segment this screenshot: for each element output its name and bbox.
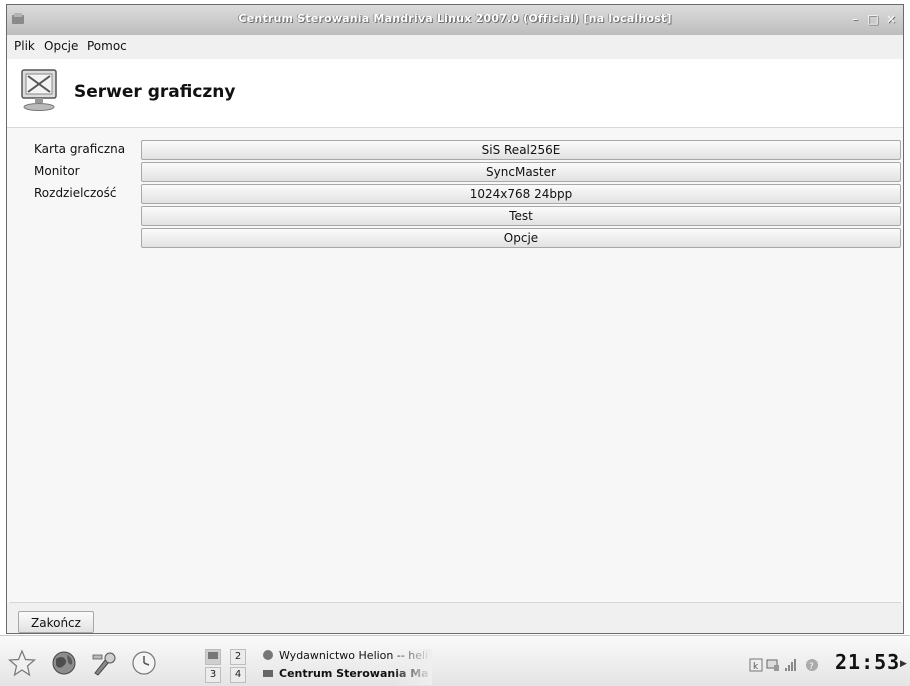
star-icon[interactable]	[8, 649, 36, 677]
task-fade	[392, 649, 432, 667]
menu-pomoc[interactable]: Pomoc	[87, 39, 127, 53]
monitor-label: Monitor	[34, 164, 80, 178]
menu-plik[interactable]: Plik	[14, 39, 35, 53]
config-tools-icon[interactable]	[90, 649, 118, 677]
task-browser[interactable]: Wydawnictwo Helion -- heli	[262, 649, 432, 667]
taskbar: 2 3 4 Wydawnictwo Helion -- heli Centrum…	[0, 635, 910, 686]
monitor-x-icon	[21, 69, 57, 111]
clock-app-icon[interactable]	[130, 649, 158, 677]
resolution-label: Rozdzielczość	[34, 186, 117, 200]
page-header: Serwer graficzny	[7, 59, 903, 128]
browser-icon	[263, 650, 273, 660]
maximize-button[interactable]: □	[867, 13, 879, 25]
svg-text:?: ?	[809, 662, 814, 672]
pager-desktop-2[interactable]: 2	[230, 649, 246, 665]
network-icon[interactable]	[766, 658, 780, 672]
task-control-center[interactable]: Centrum Sterowania Ma	[262, 667, 432, 685]
window-title: Centrum Sterowania Mandriva Linux 2007.0…	[238, 12, 672, 25]
menu-bar: Plik Opcje Pomoc	[7, 35, 903, 57]
close-button[interactable]: ×	[885, 13, 897, 25]
minimize-button[interactable]: –	[849, 13, 861, 25]
footer-divider	[9, 602, 901, 603]
resolution-button[interactable]: 1024x768 24bpp	[141, 184, 901, 204]
quit-button[interactable]: Zakończ	[18, 611, 94, 633]
mcc-icon	[263, 670, 273, 677]
signal-icon[interactable]	[784, 658, 798, 672]
help-icon[interactable]: ?	[805, 658, 819, 672]
globe-icon[interactable]	[50, 649, 78, 677]
main-window: Centrum Sterowania Mandriva Linux 2007.0…	[6, 4, 904, 634]
monitor-button[interactable]: SyncMaster	[141, 162, 901, 182]
clock[interactable]: 21:53	[835, 650, 900, 674]
pager-desktop-1[interactable]	[205, 649, 221, 665]
pager-desktop-4[interactable]: 4	[230, 667, 246, 683]
task-fade	[392, 667, 432, 685]
mcc-icon	[208, 652, 218, 659]
menu-opcje[interactable]: Opcje	[44, 39, 78, 53]
tray-expand-icon[interactable]: ▶	[900, 659, 907, 669]
graphics-card-label: Karta graficzna	[34, 142, 126, 156]
test-button[interactable]: Test	[141, 206, 901, 226]
options-button[interactable]: Opcje	[141, 228, 901, 248]
settings-panel: Karta graficzna SiS Real256E Monitor Syn…	[7, 128, 903, 603]
keyboard-icon[interactable]: k	[749, 658, 763, 672]
title-bar[interactable]: Centrum Sterowania Mandriva Linux 2007.0…	[7, 5, 903, 36]
pager-desktop-3[interactable]: 3	[205, 667, 221, 683]
page-title: Serwer graficzny	[74, 82, 236, 102]
svg-text:k: k	[753, 662, 759, 672]
graphics-card-button[interactable]: SiS Real256E	[141, 140, 901, 160]
